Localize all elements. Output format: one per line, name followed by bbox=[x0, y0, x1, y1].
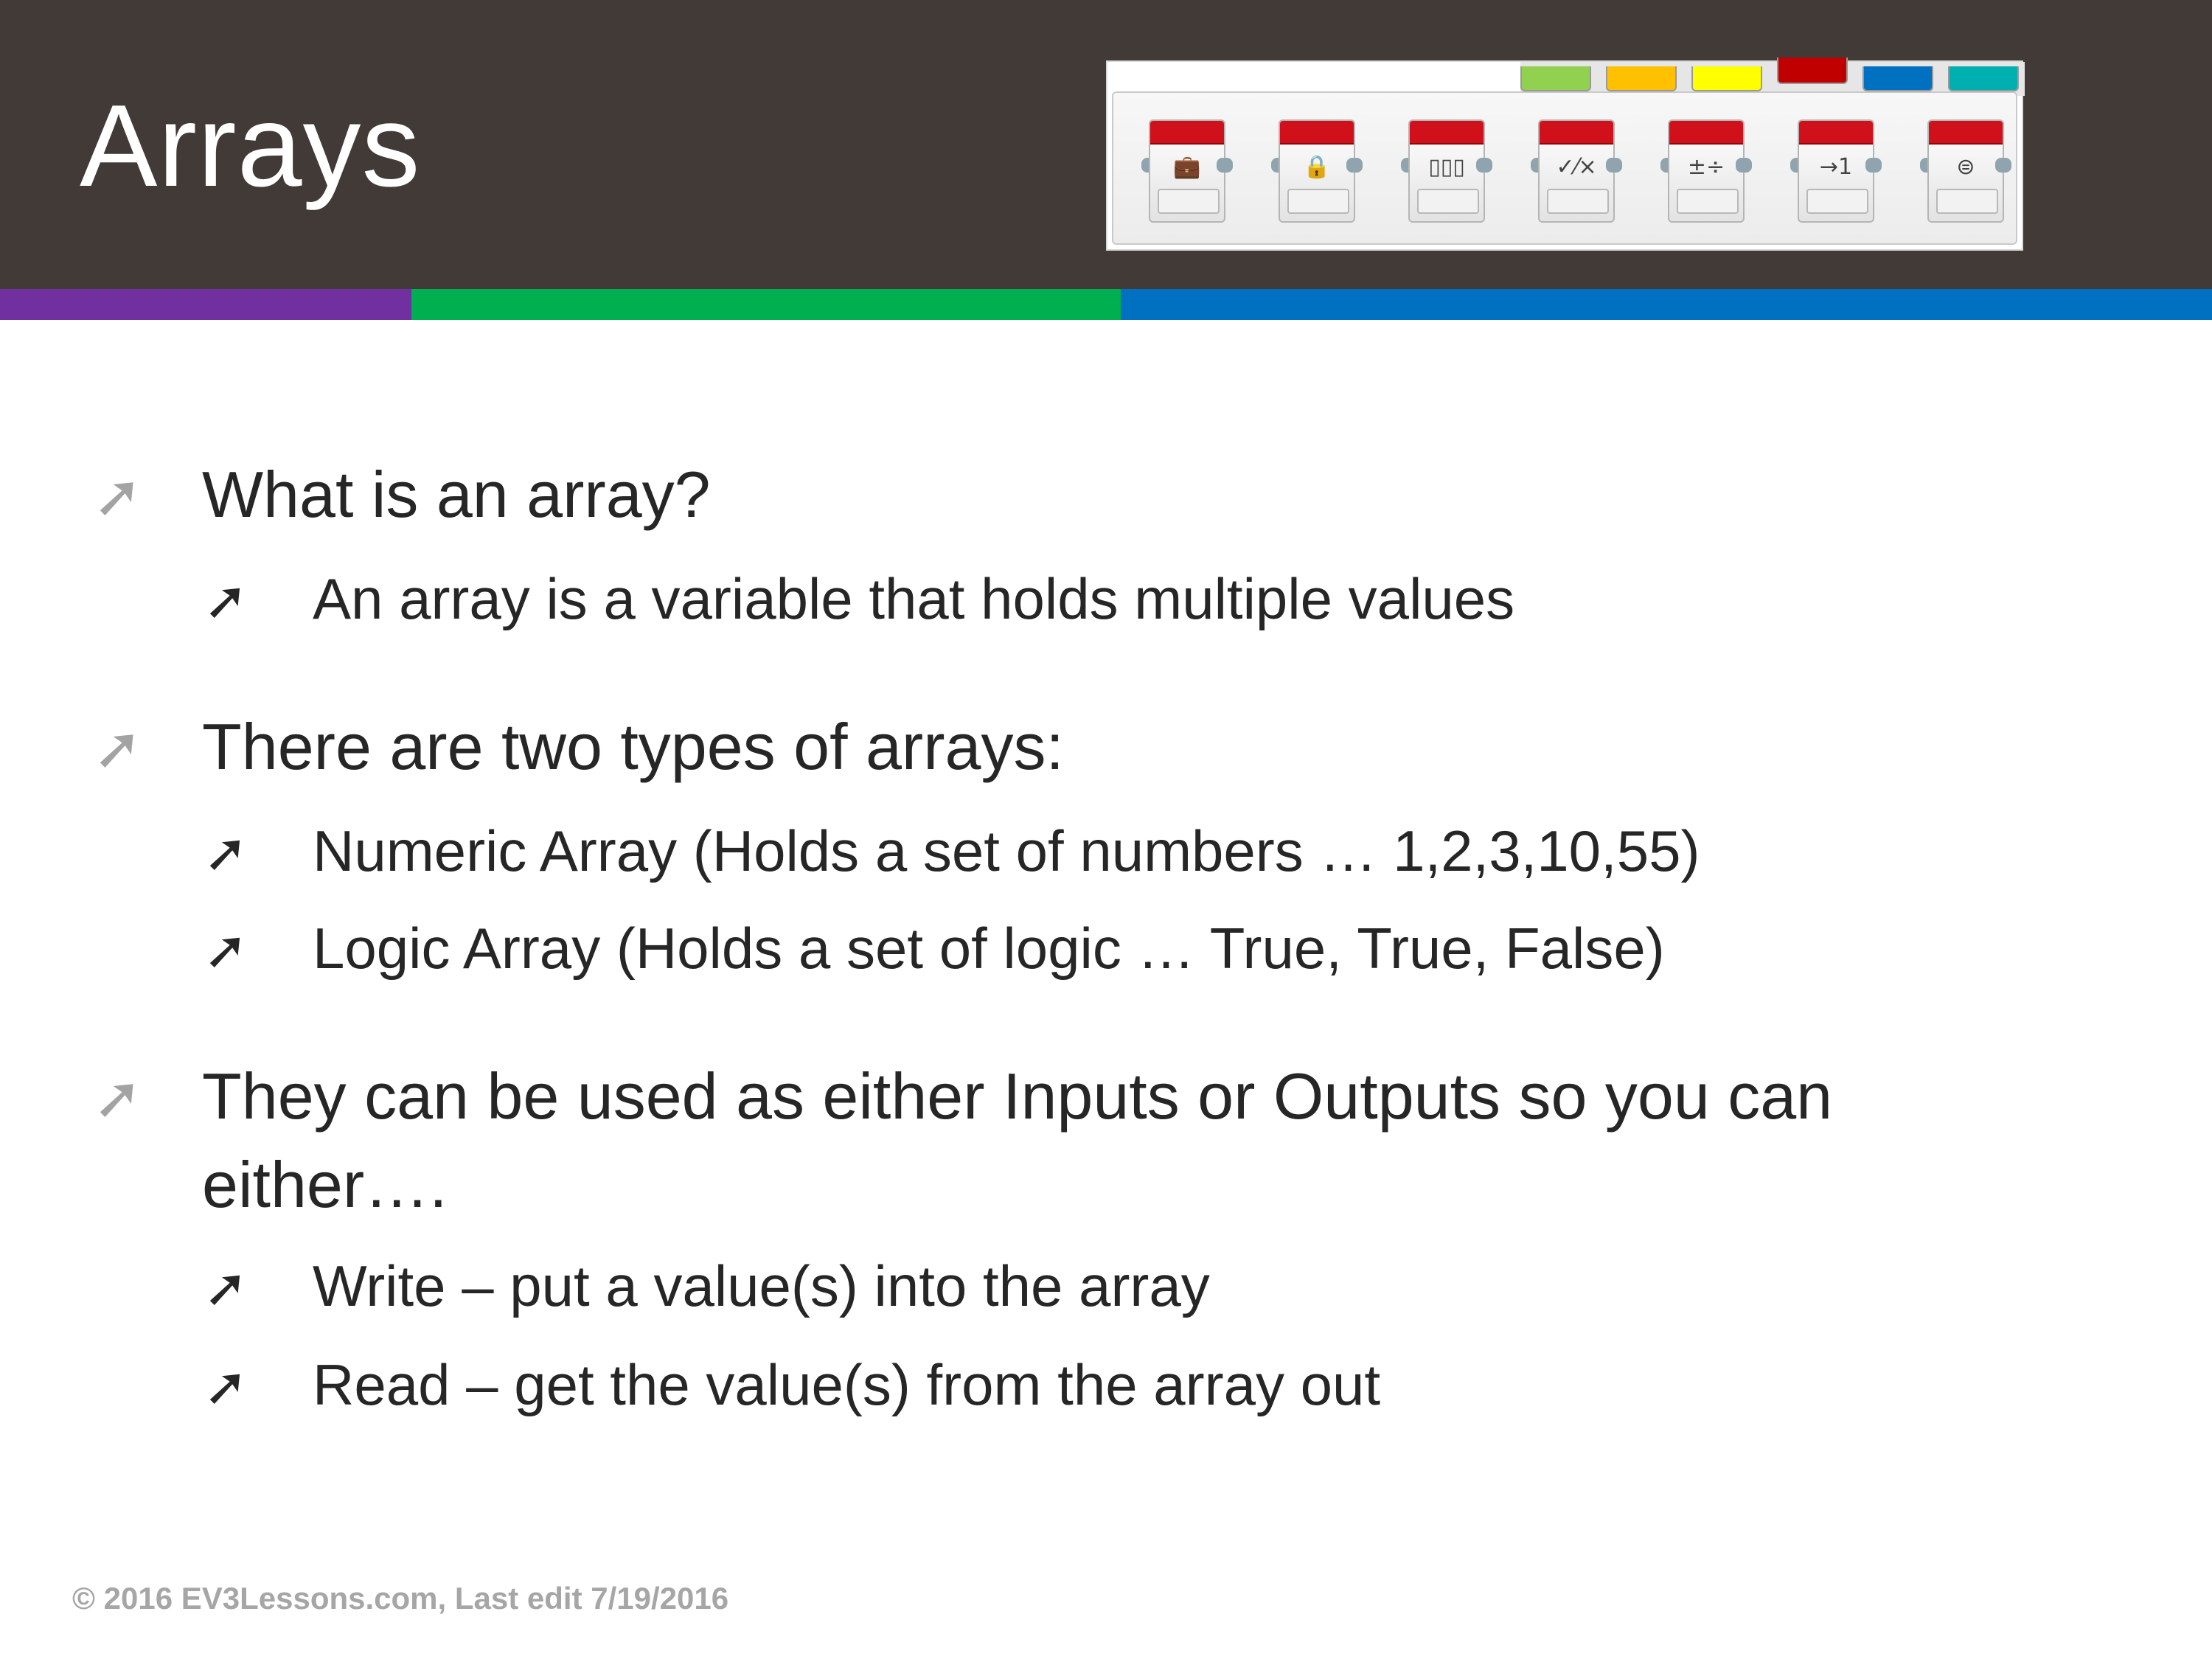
slide-title: Arrays bbox=[80, 81, 421, 211]
array-icon: ▯▯▯ bbox=[1428, 153, 1465, 180]
block-mode-slot bbox=[1287, 189, 1349, 214]
bullet-arrow-icon: ➚ bbox=[204, 569, 248, 631]
block-header bbox=[1929, 121, 2003, 145]
connector-right bbox=[1736, 158, 1752, 173]
accent-stripe-green bbox=[411, 289, 1121, 320]
block-mode-slot bbox=[1417, 189, 1479, 214]
palette-color-tab bbox=[1606, 66, 1677, 91]
bullet-write: Write – put a value(s) into the array bbox=[313, 1253, 1210, 1318]
block-body: ⊜ bbox=[1927, 119, 2004, 223]
block-body: ✓⁄× bbox=[1538, 119, 1615, 223]
bullet-arrow-icon: ➚ bbox=[204, 1355, 248, 1417]
bullet-numeric-array: Numeric Array (Holds a set of numbers … … bbox=[313, 818, 1700, 883]
round-icon: →1 bbox=[1819, 153, 1853, 180]
bullet-inputs-outputs: They can be used as either Inputs or Out… bbox=[202, 1060, 1833, 1133]
connector-right bbox=[1346, 158, 1363, 173]
variable-block: 💼 bbox=[1141, 119, 1233, 229]
locked-suitcase-icon: 🔒 bbox=[1303, 153, 1331, 180]
accent-stripe-purple bbox=[0, 289, 411, 320]
block-mode-slot bbox=[1158, 189, 1220, 214]
bullet-what-is-array: What is an array? bbox=[202, 458, 711, 531]
logic-operations-block: ✓⁄× bbox=[1531, 119, 1622, 229]
block-body: ±÷ bbox=[1668, 119, 1745, 223]
math-block: ±÷ bbox=[1660, 119, 1752, 229]
block-header bbox=[1799, 121, 1873, 145]
palette-color-tab bbox=[1948, 66, 2019, 91]
palette-color-tab bbox=[1863, 66, 1933, 91]
block-body: 🔒 bbox=[1279, 119, 1355, 223]
block-mode-slot bbox=[1677, 189, 1739, 214]
connector-right bbox=[1606, 158, 1622, 173]
block-header bbox=[1410, 121, 1484, 145]
array-operations-block: ▯▯▯ bbox=[1401, 119, 1492, 229]
block-mode-slot bbox=[1806, 189, 1868, 214]
connector-right bbox=[1995, 158, 2011, 173]
bullet-inputs-outputs-cont: either…. bbox=[202, 1148, 448, 1221]
block-body: ▯▯▯ bbox=[1408, 119, 1485, 223]
round-block: →1 bbox=[1790, 119, 1882, 229]
logic-icon: ✓⁄× bbox=[1556, 153, 1597, 180]
bullet-two-types: There are two types of arrays: bbox=[202, 710, 1064, 783]
ev3-data-palette-image: 💼 🔒 ▯▯▯ ✓⁄× ±÷ →1 ⊜ bbox=[1106, 58, 2025, 251]
block-mode-slot bbox=[1936, 189, 1998, 214]
block-body: →1 bbox=[1798, 119, 1874, 223]
block-header bbox=[1280, 121, 1354, 145]
block-header bbox=[1669, 121, 1743, 145]
connector-right bbox=[1865, 158, 1882, 173]
block-mode-slot bbox=[1547, 189, 1609, 214]
bullet-logic-array: Logic Array (Holds a set of logic … True… bbox=[313, 916, 1665, 981]
accent-stripe-blue bbox=[1121, 289, 2212, 320]
bullet-arrow-icon: ➚ bbox=[204, 821, 248, 883]
compare-icon: ⊜ bbox=[1956, 153, 1975, 180]
bullet-arrow-icon: ➚ bbox=[93, 462, 143, 530]
bullet-read: Read – get the value(s) from the array o… bbox=[313, 1352, 1381, 1417]
constant-block: 🔒 bbox=[1271, 119, 1363, 229]
connector-right bbox=[1217, 158, 1233, 173]
palette-color-tab bbox=[1520, 66, 1591, 91]
compare-block: ⊜ bbox=[1920, 119, 2011, 229]
bullet-arrow-icon: ➚ bbox=[204, 1256, 248, 1318]
suitcase-icon: 💼 bbox=[1173, 153, 1201, 180]
bullet-arrow-icon: ➚ bbox=[93, 714, 143, 782]
bullet-arrow-icon: ➚ bbox=[204, 919, 248, 981]
bullet-arrow-icon: ➚ bbox=[93, 1063, 143, 1132]
block-body: 💼 bbox=[1149, 119, 1225, 223]
palette-color-tab bbox=[1777, 58, 1848, 84]
bullet-array-definition: An array is a variable that holds multip… bbox=[313, 566, 1515, 631]
block-header bbox=[1540, 121, 1613, 145]
block-header bbox=[1150, 121, 1224, 145]
copyright-footer: © 2016 EV3Lessons.com, Last edit 7/19/20… bbox=[72, 1581, 729, 1615]
palette-color-tab bbox=[1691, 66, 1762, 91]
math-icon: ±÷ bbox=[1687, 153, 1725, 180]
connector-right bbox=[1476, 158, 1492, 173]
